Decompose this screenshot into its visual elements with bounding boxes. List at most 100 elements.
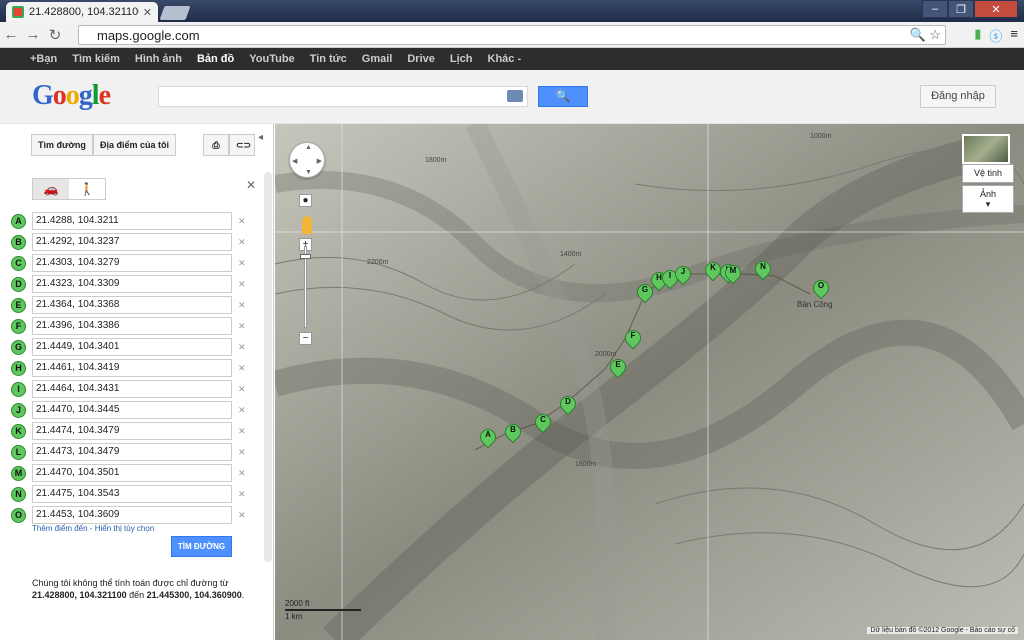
waypoint-marker-icon[interactable]: A (11, 213, 26, 229)
panel-scrollbar[interactable] (264, 172, 272, 562)
remove-waypoint-icon[interactable]: ✕ (238, 363, 246, 374)
waypoint-input[interactable]: 21.4453, 104.3609 (32, 506, 232, 524)
waypoint-input[interactable]: 21.4292, 104.3237 (32, 233, 232, 251)
remove-waypoint-icon[interactable]: ✕ (238, 342, 246, 353)
browser-tab[interactable]: 21.428800, 104.321100 đến ✕ (6, 2, 158, 22)
waypoint-input[interactable]: 21.4470, 104.3501 (32, 464, 232, 482)
waypoint-marker-icon[interactable]: M (11, 465, 26, 481)
map-marker-pin[interactable]: O (809, 276, 833, 302)
map-marker-pin[interactable]: N (751, 257, 775, 283)
search-button[interactable]: 🔍 (538, 86, 588, 107)
waypoint-input[interactable]: 21.4470, 104.3445 (32, 401, 232, 419)
report-problem-link[interactable]: Báo cáo sự cố (970, 627, 1015, 634)
waypoint-input[interactable]: 21.4461, 104.3419 (32, 359, 232, 377)
waypoint-marker-icon[interactable]: F (11, 318, 26, 334)
map-marker-pin[interactable]: K (701, 258, 725, 284)
waypoint-marker-icon[interactable]: O (11, 507, 26, 523)
map-marker-pin[interactable]: D (556, 392, 580, 418)
gbar-images[interactable]: Hình ảnh (135, 53, 182, 65)
map-marker-pin[interactable]: F (621, 326, 645, 352)
map-marker-pin[interactable]: J (671, 262, 695, 288)
gbar-calendar[interactable]: Lịch (450, 53, 473, 65)
car-icon[interactable]: 🚗 (33, 179, 69, 199)
waypoint-input[interactable]: 21.4288, 104.3211 (32, 212, 232, 230)
satellite-thumbnail[interactable] (962, 134, 1010, 164)
waypoint-input[interactable]: 21.4396, 104.3386 (32, 317, 232, 335)
minimize-button[interactable]: – (922, 0, 948, 18)
map-marker-pin[interactable]: C (531, 410, 555, 436)
remove-waypoint-icon[interactable]: ✕ (238, 489, 246, 500)
waypoint-marker-icon[interactable]: B (11, 234, 26, 250)
map-marker-pin[interactable]: B (501, 420, 525, 446)
signin-button[interactable]: Đăng nhập (920, 85, 996, 108)
window-close-button[interactable]: ✕ (974, 0, 1018, 18)
waypoint-marker-icon[interactable]: H (11, 360, 26, 376)
walk-icon[interactable]: 🚶 (69, 179, 105, 199)
collapse-panel-icon[interactable]: ◂ (258, 132, 263, 143)
remove-waypoint-icon[interactable]: ✕ (238, 468, 246, 479)
reload-icon[interactable]: ↻ (44, 26, 66, 44)
get-directions-button[interactable]: TÌM ĐƯỜNG (171, 536, 232, 557)
add-destination-link[interactable]: Thêm điểm đến - Hiển thị tùy chọn (32, 524, 154, 533)
gbar-plus[interactable]: +Bạn (30, 53, 57, 65)
map-marker-pin[interactable]: A (476, 425, 500, 451)
gbar-drive[interactable]: Drive (407, 53, 435, 65)
remove-waypoint-icon[interactable]: ✕ (238, 510, 246, 521)
gbar-youtube[interactable]: YouTube (249, 53, 294, 65)
menu-icon[interactable]: ≡ (1010, 26, 1018, 45)
waypoint-marker-icon[interactable]: J (11, 402, 26, 418)
map-canvas[interactable]: 1800m 1000m 2200m 1400m 1800m 2000m ▲ ▼ ◀ ▶… (275, 124, 1024, 640)
my-places-button[interactable]: Địa điểm của tôi (93, 134, 177, 156)
waypoint-input[interactable]: 21.4474, 104.3479 (32, 422, 232, 440)
gbar-search[interactable]: Tìm kiếm (72, 53, 120, 65)
remove-waypoint-icon[interactable]: ✕ (238, 405, 246, 416)
zoom-slider-thumb[interactable] (300, 254, 311, 259)
gbar-gmail[interactable]: Gmail (362, 53, 393, 65)
waypoint-marker-icon[interactable]: G (11, 339, 26, 355)
waypoint-input[interactable]: 21.4323, 104.3309 (32, 275, 232, 293)
map-marker-pin[interactable]: E (606, 355, 630, 381)
search-input[interactable] (158, 86, 528, 107)
gbar-maps[interactable]: Bản đồ (197, 53, 234, 65)
waypoint-marker-icon[interactable]: E (11, 297, 26, 313)
skype-icon[interactable]: ⓢ (989, 26, 1002, 45)
remove-waypoint-icon[interactable]: ✕ (238, 237, 246, 248)
waypoint-input[interactable]: 21.4464, 104.3431 (32, 380, 232, 398)
remove-waypoint-icon[interactable]: ✕ (238, 300, 246, 311)
directions-button[interactable]: Tìm đường (31, 134, 93, 156)
remove-waypoint-icon[interactable]: ✕ (238, 384, 246, 395)
bookmark-star-icon[interactable]: 🔍 ☆ (910, 27, 941, 43)
gbar-more[interactable]: Khác - (488, 53, 522, 65)
waypoint-input[interactable]: 21.4449, 104.3401 (32, 338, 232, 356)
link-icon[interactable]: ⊂⊃ (229, 134, 255, 156)
waypoint-marker-icon[interactable]: N (11, 486, 26, 502)
remove-waypoint-icon[interactable]: ✕ (238, 258, 246, 269)
photos-dropdown[interactable]: Ảnh ▾ (962, 185, 1014, 213)
satellite-button[interactable]: Vệ tinh (962, 164, 1014, 183)
remove-waypoint-icon[interactable]: ✕ (238, 447, 246, 458)
waypoint-input[interactable]: 21.4473, 104.3479 (32, 443, 232, 461)
signal-icon[interactable]: ▮ (974, 26, 981, 45)
remove-waypoint-icon[interactable]: ✕ (238, 321, 246, 332)
pan-control[interactable]: ▲ ▼ ◀ ▶ (289, 142, 325, 178)
remove-waypoint-icon[interactable]: ✕ (238, 216, 246, 227)
close-directions-icon[interactable]: ✕ (246, 178, 256, 192)
waypoint-input[interactable]: 21.4475, 104.3543 (32, 485, 232, 503)
waypoint-input[interactable]: 21.4364, 104.3368 (32, 296, 232, 314)
waypoint-input[interactable]: 21.4303, 104.3279 (32, 254, 232, 272)
address-bar[interactable]: maps.google.com 🔍 ☆ (78, 25, 946, 45)
zoom-out-button[interactable]: − (299, 332, 312, 345)
waypoint-marker-icon[interactable]: K (11, 423, 26, 439)
new-tab-button[interactable] (159, 6, 191, 20)
remove-waypoint-icon[interactable]: ✕ (238, 426, 246, 437)
print-icon[interactable]: ⎙ (203, 134, 229, 156)
waypoint-marker-icon[interactable]: C (11, 255, 26, 271)
gbar-news[interactable]: Tin tức (310, 53, 347, 65)
waypoint-marker-icon[interactable]: L (11, 444, 26, 460)
map-marker-pin[interactable]: M (721, 261, 745, 287)
maximize-button[interactable]: ❐ (948, 0, 974, 18)
waypoint-marker-icon[interactable]: I (11, 381, 26, 397)
back-arrow-icon[interactable]: ← (0, 26, 22, 43)
google-logo[interactable]: Google (32, 80, 111, 112)
waypoint-marker-icon[interactable]: D (11, 276, 26, 292)
